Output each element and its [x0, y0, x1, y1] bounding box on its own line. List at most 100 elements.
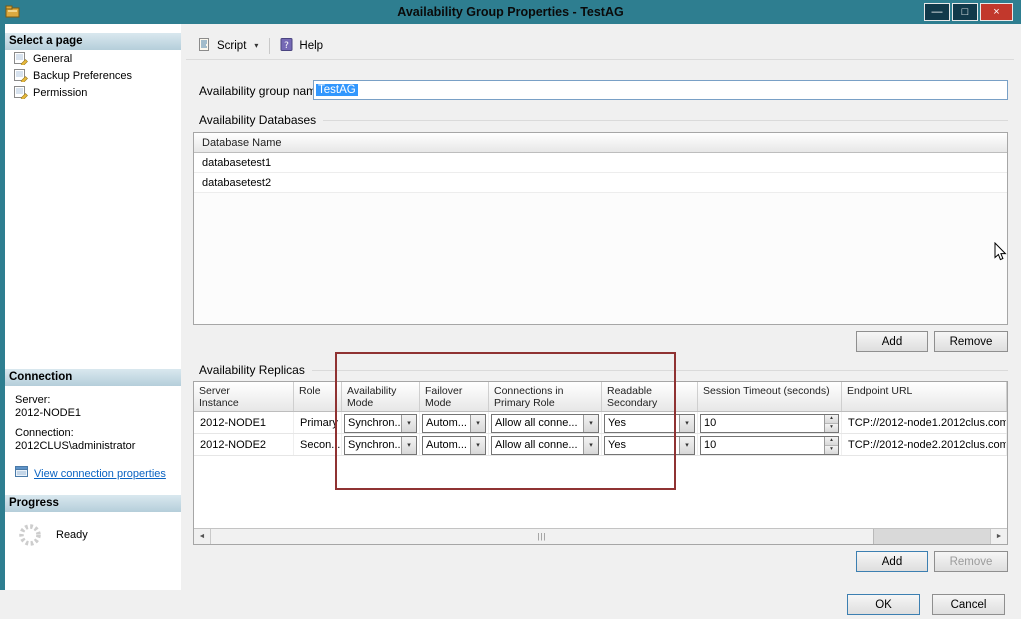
close-button[interactable]: ×: [980, 3, 1013, 21]
sidebar-item-backup-preferences[interactable]: Backup Preferences: [5, 68, 181, 84]
availability-replicas-title: Availability Replicas: [199, 363, 305, 377]
chevron-down-icon[interactable]: ▾: [679, 415, 694, 432]
availability-group-name-label: Availability group name:: [199, 84, 326, 98]
connection-label: Connection:: [15, 427, 181, 439]
connection-properties-icon: [15, 465, 29, 482]
chevron-down-icon[interactable]: ▾: [401, 437, 416, 454]
cell-endpoint-url: TCP://2012-node1.2012clus.com: [842, 412, 1007, 433]
column-header[interactable]: Role: [294, 382, 342, 411]
spin-down-icon[interactable]: ▾: [825, 424, 838, 432]
section-divider: [323, 120, 1008, 121]
progress-spinner-icon: [17, 522, 43, 551]
session-timeout-field[interactable]: 10 ▴ ▾: [700, 436, 839, 455]
readable-secondary-combo[interactable]: Yes ▾: [604, 414, 695, 433]
column-header[interactable]: Session Timeout (seconds): [698, 382, 842, 411]
combo-value: Synchron...: [345, 417, 401, 429]
connection-value: 2012CLUS\administrator: [15, 440, 181, 452]
failover-mode-combo[interactable]: Autom... ▾: [422, 414, 486, 433]
chevron-down-icon[interactable]: ▾: [583, 415, 598, 432]
availability-mode-combo[interactable]: Synchron... ▾: [344, 414, 417, 433]
script-dropdown-icon[interactable]: ▾: [249, 41, 263, 50]
column-header[interactable]: Failover Mode: [420, 382, 489, 411]
spin-up-icon[interactable]: ▴: [825, 415, 838, 424]
availability-mode-combo[interactable]: Synchron... ▾: [344, 436, 417, 455]
scrollbar-grip: |||: [537, 533, 546, 541]
session-timeout-stepper[interactable]: ▴ ▾: [824, 437, 838, 454]
combo-value: Autom...: [423, 439, 470, 451]
help-button-label: Help: [299, 40, 323, 52]
cell-server-instance: 2012-NODE1: [194, 412, 294, 433]
combo-value: Yes: [605, 439, 679, 451]
replicas-remove-button[interactable]: Remove: [934, 551, 1008, 572]
script-button[interactable]: Script: [194, 35, 249, 57]
column-header[interactable]: Readable Secondary: [602, 382, 698, 411]
replicas-add-button[interactable]: Add: [856, 551, 928, 572]
chevron-down-icon[interactable]: ▾: [401, 415, 416, 432]
sidebar-item-permission[interactable]: Permission: [5, 85, 181, 101]
availability-databases-title: Availability Databases: [199, 113, 316, 127]
databases-grid: Database Name databasetest1 databasetest…: [193, 132, 1008, 325]
database-row[interactable]: databasetest1: [194, 153, 1007, 173]
session-timeout-value: 10: [701, 439, 824, 451]
availability-group-properties-dialog: Availability Group Properties - TestAG —…: [0, 0, 1021, 619]
replica-row[interactable]: 2012-NODE1 Primary Synchron... ▾ Autom..…: [194, 412, 1007, 434]
scrollbar-thumb[interactable]: |||: [211, 529, 874, 544]
page-icon: [14, 85, 28, 102]
database-name-column-header[interactable]: Database Name: [194, 133, 1007, 153]
ok-button[interactable]: OK: [847, 594, 920, 615]
progress-header: Progress: [5, 495, 181, 512]
horizontal-scrollbar[interactable]: ◄ ||| ►: [194, 528, 1007, 544]
database-row[interactable]: databasetest2: [194, 173, 1007, 193]
cell-endpoint-url: TCP://2012-node2.2012clus.com: [842, 434, 1007, 455]
session-timeout-field[interactable]: 10 ▴ ▾: [700, 414, 839, 433]
databases-add-button[interactable]: Add: [856, 331, 928, 352]
spin-up-icon[interactable]: ▴: [825, 437, 838, 446]
replica-row[interactable]: 2012-NODE2 Secon... Synchron... ▾ Autom.…: [194, 434, 1007, 456]
column-header[interactable]: Endpoint URL: [842, 382, 1007, 411]
scroll-left-icon[interactable]: ◄: [194, 529, 211, 544]
toolbar: Script ▾ ? Help: [186, 32, 1014, 60]
window-icon: [5, 4, 21, 20]
cell-role: Secon...: [294, 434, 342, 455]
replicas-grid: Server Instance Role Availability Mode F…: [193, 381, 1008, 545]
sidebar-item-general[interactable]: General: [5, 51, 181, 67]
help-icon: ?: [279, 37, 294, 55]
replicas-header-row: Server Instance Role Availability Mode F…: [194, 382, 1007, 412]
cell-role: Primary: [294, 412, 342, 433]
progress-status: Ready: [56, 529, 88, 541]
window-title: Availability Group Properties - TestAG: [0, 5, 1021, 19]
chevron-down-icon[interactable]: ▾: [470, 415, 485, 432]
scrollbar-track[interactable]: |||: [211, 529, 990, 544]
connections-in-primary-role-combo[interactable]: Allow all conne... ▾: [491, 414, 599, 433]
titlebar: Availability Group Properties - TestAG —…: [0, 0, 1021, 24]
session-timeout-stepper[interactable]: ▴ ▾: [824, 415, 838, 432]
help-button[interactable]: ? Help: [276, 35, 326, 57]
failover-mode-combo[interactable]: Autom... ▾: [422, 436, 486, 455]
spin-down-icon[interactable]: ▾: [825, 446, 838, 454]
maximize-button[interactable]: □: [952, 3, 978, 21]
combo-value: Allow all conne...: [492, 417, 583, 429]
column-header[interactable]: Server Instance: [194, 382, 294, 411]
availability-group-name-input[interactable]: TestAG: [313, 80, 1008, 100]
view-connection-properties-link[interactable]: View connection properties: [34, 468, 166, 480]
column-header[interactable]: Connections in Primary Role: [489, 382, 602, 411]
minimize-button[interactable]: —: [924, 3, 950, 21]
cancel-button[interactable]: Cancel: [932, 594, 1005, 615]
sidebar: Select a page General Backup Preferences…: [5, 24, 181, 590]
connection-header: Connection: [5, 369, 181, 386]
databases-remove-button[interactable]: Remove: [934, 331, 1008, 352]
chevron-down-icon[interactable]: ▾: [583, 437, 598, 454]
chevron-down-icon[interactable]: ▾: [470, 437, 485, 454]
chevron-down-icon[interactable]: ▾: [679, 437, 694, 454]
combo-value: Synchron...: [345, 439, 401, 451]
script-icon: [197, 37, 212, 55]
server-value: 2012-NODE1: [15, 407, 181, 419]
combo-value: Allow all conne...: [492, 439, 583, 451]
readable-secondary-combo[interactable]: Yes ▾: [604, 436, 695, 455]
column-header[interactable]: Availability Mode: [342, 382, 420, 411]
connections-in-primary-role-combo[interactable]: Allow all conne... ▾: [491, 436, 599, 455]
combo-value: Autom...: [423, 417, 470, 429]
select-a-page-header: Select a page: [5, 33, 181, 50]
scroll-right-icon[interactable]: ►: [990, 529, 1007, 544]
toolbar-separator: [269, 38, 270, 54]
